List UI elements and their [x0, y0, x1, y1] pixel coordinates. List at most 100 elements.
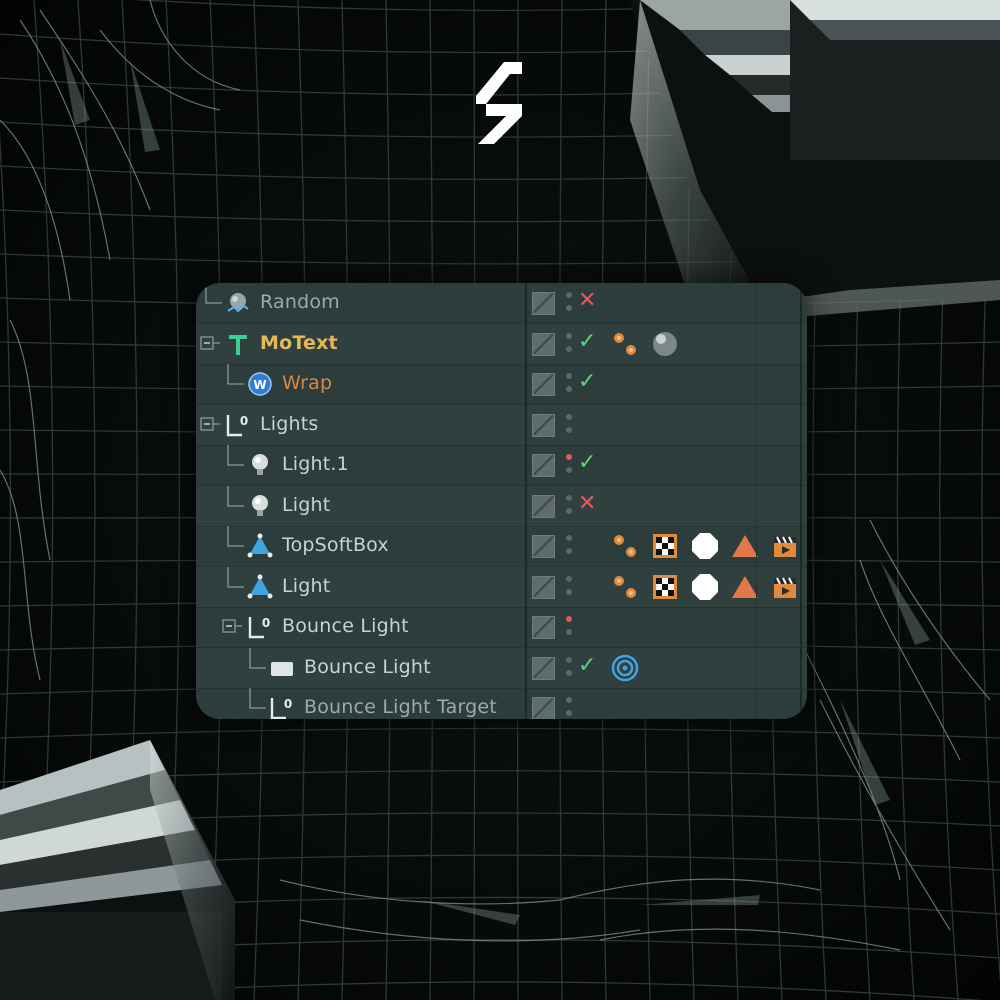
area-light-icon	[246, 573, 274, 601]
svg-text:0: 0	[240, 414, 248, 428]
object-name-label[interactable]: MoText	[260, 332, 338, 354]
layer-toggle[interactable]	[532, 454, 555, 477]
object-name-label[interactable]: Bounce Light	[282, 615, 409, 637]
object-name-label[interactable]: Light	[282, 575, 330, 597]
object-name-label[interactable]: TopSoftBox	[282, 534, 389, 556]
object-row[interactable]: Light ✕	[196, 486, 807, 527]
object-name-label[interactable]: Bounce Light	[304, 656, 431, 678]
tree-connector	[244, 648, 268, 692]
enabled-check-icon[interactable]: ✓	[578, 369, 596, 394]
enabled-check-icon[interactable]: ✓	[578, 653, 596, 678]
render-visibility-dot[interactable]	[566, 670, 572, 676]
disabled-cross-icon[interactable]: ✕	[578, 491, 596, 516]
layer-toggle[interactable]	[532, 414, 555, 437]
tree-connector	[244, 688, 268, 719]
visibility-dots[interactable]	[565, 533, 573, 559]
null-object-icon: 0	[224, 411, 252, 439]
collapse-toggle-icon[interactable]	[222, 607, 242, 651]
octagon-tag-icon[interactable]	[690, 531, 720, 561]
object-row[interactable]: Bounce Light ✓	[196, 648, 807, 689]
editor-visibility-dot[interactable]	[566, 657, 572, 663]
render-visibility-dot[interactable]	[566, 629, 572, 635]
editor-visibility-dot[interactable]	[566, 292, 572, 298]
render-visibility-dot[interactable]	[566, 346, 572, 352]
object-name-label[interactable]: Lights	[260, 413, 319, 435]
layer-toggle[interactable]	[532, 373, 555, 396]
column-separator	[756, 283, 757, 719]
editor-visibility-dot[interactable]	[566, 414, 572, 420]
display-tag-icon[interactable]	[610, 329, 640, 359]
object-name-label[interactable]: Wrap	[282, 372, 332, 394]
visibility-dots[interactable]	[565, 371, 573, 397]
object-row[interactable]: 0 Lights	[196, 405, 807, 446]
disabled-cross-icon[interactable]: ✕	[578, 288, 596, 313]
enabled-check-icon[interactable]: ✓	[578, 450, 596, 475]
clapper-tag-icon[interactable]	[770, 531, 800, 561]
visibility-dots[interactable]	[565, 331, 573, 357]
layer-toggle[interactable]	[532, 535, 555, 558]
column-separator	[800, 283, 802, 719]
visibility-dots[interactable]	[565, 412, 573, 438]
clapper-tag-icon[interactable]	[770, 572, 800, 602]
editor-visibility-dot[interactable]	[566, 495, 572, 501]
editor-visibility-dot[interactable]	[566, 454, 572, 460]
object-row[interactable]: W Wrap ✓	[196, 364, 807, 405]
editor-visibility-dot[interactable]	[566, 576, 572, 582]
display-tag-icon[interactable]	[610, 572, 640, 602]
checker-tag-icon[interactable]	[650, 531, 680, 561]
render-visibility-dot[interactable]	[566, 508, 572, 514]
editor-visibility-dot[interactable]	[566, 697, 572, 703]
layer-toggle[interactable]	[532, 292, 555, 315]
object-row[interactable]: MoText ✓	[196, 324, 807, 365]
svg-text:0: 0	[284, 697, 292, 711]
visibility-dots[interactable]	[565, 290, 573, 316]
object-row[interactable]: 0 Bounce Light	[196, 607, 807, 648]
editor-visibility-dot[interactable]	[566, 373, 572, 379]
enabled-check-icon[interactable]: ✓	[578, 329, 596, 354]
layer-toggle[interactable]	[532, 616, 555, 639]
motext-icon	[224, 330, 252, 358]
object-row[interactable]: 0 Bounce Light Target	[196, 688, 807, 719]
render-visibility-dot[interactable]	[566, 548, 572, 554]
collapse-toggle-icon[interactable]	[200, 324, 220, 368]
visibility-dots[interactable]	[565, 614, 573, 640]
visibility-dots[interactable]	[565, 452, 573, 478]
object-manager-panel: Random ✕ MoText ✓ W Wrap ✓ 0 Lights Light.1 ✓ Light…	[196, 283, 807, 719]
render-visibility-dot[interactable]	[566, 467, 572, 473]
render-visibility-dot[interactable]	[566, 386, 572, 392]
display-tag-icon[interactable]	[610, 531, 640, 561]
layer-toggle[interactable]	[532, 657, 555, 680]
render-visibility-dot[interactable]	[566, 427, 572, 433]
render-visibility-dot[interactable]	[566, 305, 572, 311]
editor-visibility-dot[interactable]	[566, 333, 572, 339]
tree-connector	[222, 526, 246, 570]
layer-toggle[interactable]	[532, 495, 555, 518]
layer-toggle[interactable]	[532, 576, 555, 599]
random-effector-icon	[224, 289, 252, 317]
octagon-tag-icon[interactable]	[690, 572, 720, 602]
render-visibility-dot[interactable]	[566, 589, 572, 595]
visibility-dots[interactable]	[565, 695, 573, 719]
layer-toggle[interactable]	[532, 697, 555, 719]
object-name-label[interactable]: Light.1	[282, 453, 349, 475]
plane-light-icon	[268, 654, 296, 682]
collapse-toggle-icon[interactable]	[200, 405, 220, 449]
visibility-dots[interactable]	[565, 493, 573, 519]
object-name-label[interactable]: Bounce Light Target	[304, 696, 497, 718]
object-row[interactable]: TopSoftBox	[196, 526, 807, 567]
checker-tag-icon[interactable]	[650, 572, 680, 602]
object-row[interactable]: Light.1 ✓	[196, 445, 807, 486]
object-row[interactable]: Light	[196, 567, 807, 608]
tree-connector	[200, 283, 224, 327]
visibility-dots[interactable]	[565, 574, 573, 600]
editor-visibility-dot[interactable]	[566, 616, 572, 622]
object-name-label[interactable]: Random	[260, 291, 340, 313]
layer-toggle[interactable]	[532, 333, 555, 356]
object-name-label[interactable]: Light	[282, 494, 330, 516]
render-visibility-dot[interactable]	[566, 710, 572, 716]
editor-visibility-dot[interactable]	[566, 535, 572, 541]
material-tag-icon[interactable]	[650, 329, 680, 359]
visibility-dots[interactable]	[565, 655, 573, 681]
object-row[interactable]: Random ✕	[196, 283, 807, 324]
target-tag-icon[interactable]	[610, 653, 640, 683]
